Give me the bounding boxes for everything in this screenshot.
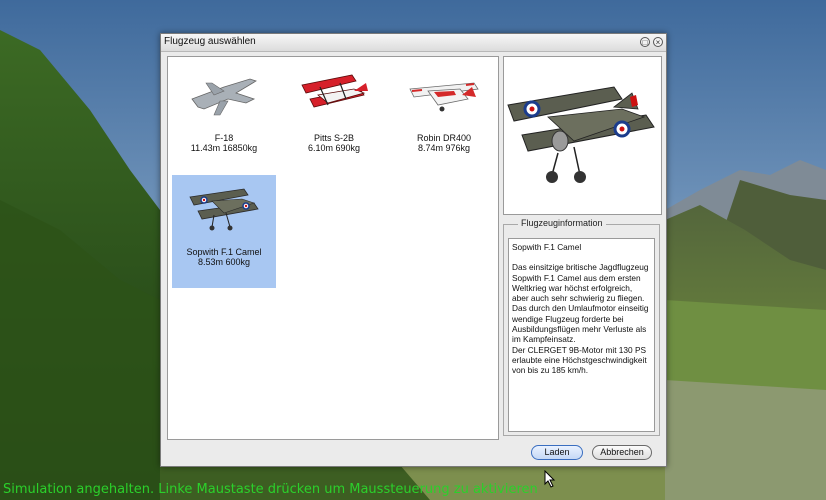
- info-group-legend: Flugzeuginformation: [518, 218, 606, 228]
- cancel-button[interactable]: Abbrechen: [592, 445, 652, 460]
- biplane-icon: [301, 74, 368, 108]
- aircraft-spec: 6.10m 690kg: [307, 143, 361, 153]
- aircraft-name: Sopwith F.1 Camel: [186, 247, 262, 257]
- aircraft-name: Robin DR400: [416, 133, 472, 143]
- aircraft-spec: 11.43m 16850kg: [190, 143, 258, 153]
- aircraft-name: F-18: [214, 133, 234, 143]
- biplane-icon: [189, 188, 259, 231]
- aircraft-item-sopwith-camel[interactable]: Sopwith F.1 Camel 8.53m 600kg: [172, 175, 276, 288]
- aircraft-spec: 8.53m 600kg: [197, 257, 251, 267]
- aircraft-spec: 8.74m 976kg: [417, 143, 471, 153]
- info-aircraft-title: Sopwith F.1 Camel: [512, 242, 582, 252]
- aircraft-item-pitts[interactable]: Pitts S-2B 6.10m 690kg: [282, 61, 386, 174]
- load-button[interactable]: Laden: [531, 445, 583, 460]
- aircraft-selection-dialog: Flugzeug auswählen □ × F-18 11.43m 16850…: [160, 33, 667, 467]
- aircraft-preview-image: [507, 86, 655, 183]
- aircraft-info-text[interactable]: Sopwith F.1 Camel Das einsitzige britisc…: [508, 238, 655, 432]
- aircraft-list: F-18 11.43m 16850kg Pitts S-2B 6.10m 690…: [167, 56, 499, 440]
- status-message: Simulation angehalten. Linke Maustaste d…: [3, 482, 538, 497]
- aircraft-item-f18[interactable]: F-18 11.43m 16850kg: [172, 61, 276, 174]
- dialog-titlebar[interactable]: Flugzeug auswählen □ ×: [161, 34, 666, 52]
- light-aircraft-icon: [409, 82, 479, 112]
- mouse-cursor-icon: [544, 470, 556, 488]
- close-icon[interactable]: ×: [653, 37, 663, 47]
- dialog-title: Flugzeug auswählen: [164, 36, 256, 47]
- aircraft-preview: [503, 56, 662, 215]
- aircraft-name: Pitts S-2B: [313, 133, 354, 143]
- info-description: Das einsitzige britische Jagdflugzeug So…: [512, 262, 649, 376]
- jet-icon: [191, 78, 257, 116]
- aircraft-item-robin[interactable]: Robin DR400 8.74m 976kg: [392, 61, 496, 174]
- aircraft-info-group: Flugzeuginformation Sopwith F.1 Camel Da…: [503, 218, 660, 436]
- restore-icon[interactable]: □: [640, 37, 650, 47]
